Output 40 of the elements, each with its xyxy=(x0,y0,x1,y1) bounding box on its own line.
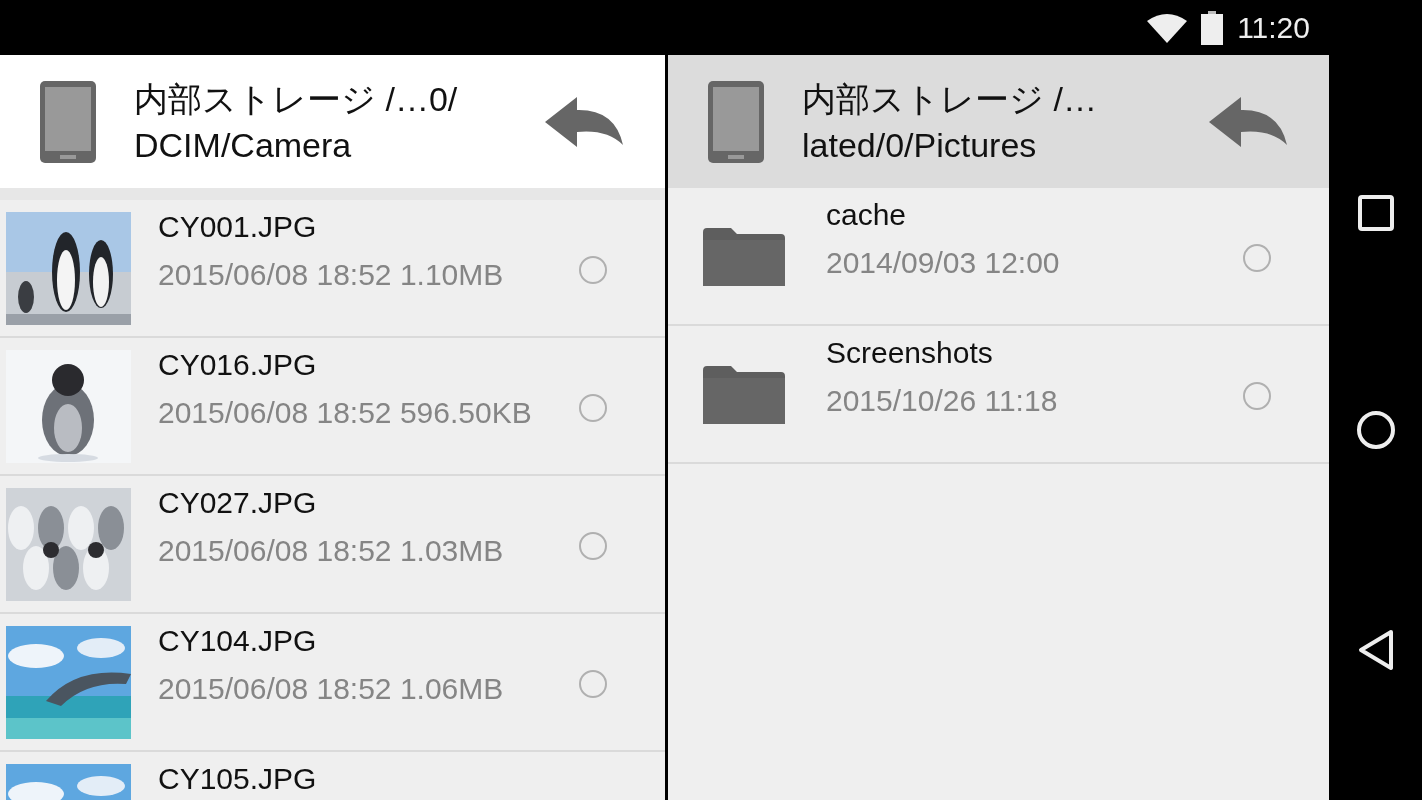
file-row[interactable]: CY105.JPG xyxy=(0,752,665,800)
radio-button[interactable] xyxy=(1243,382,1271,410)
file-details: 2015/06/08 18:52 1.06MB xyxy=(158,671,505,707)
radio-button[interactable] xyxy=(579,394,607,422)
file-name: CY027.JPG xyxy=(158,485,318,521)
file-name: CY104.JPG xyxy=(158,623,318,659)
home-icon[interactable] xyxy=(1355,409,1396,450)
phone-icon xyxy=(708,80,764,163)
radio-button[interactable] xyxy=(579,670,607,698)
battery-icon xyxy=(1201,10,1224,45)
file-name: CY016.JPG xyxy=(158,347,318,383)
path-text: lated/0/Pictures xyxy=(802,124,1038,166)
file-details: 2015/06/08 18:52 1.10MB xyxy=(158,257,505,293)
path-text: 内部ストレージ /…0/ xyxy=(134,78,459,120)
file-name: CY105.JPG xyxy=(158,761,318,797)
folder-icon xyxy=(703,228,785,286)
file-details: 2014/09/03 12:00 xyxy=(826,245,1061,281)
radio-button[interactable] xyxy=(579,532,607,560)
file-row[interactable]: CY027.JPG 2015/06/08 18:52 1.03MB xyxy=(0,476,665,614)
wifi-icon xyxy=(1147,12,1188,43)
path-text: DCIM/Camera xyxy=(134,124,353,166)
file-details: 2015/06/08 18:52 596.50KB xyxy=(158,395,533,431)
radio-button[interactable] xyxy=(1243,244,1271,272)
file-row[interactable]: CY001.JPG 2015/06/08 18:52 1.10MB xyxy=(0,200,665,338)
file-name: CY001.JPG xyxy=(158,209,318,245)
file-row[interactable]: Screenshots 2015/10/26 11:18 xyxy=(668,326,1329,464)
back-icon[interactable] xyxy=(1356,628,1395,671)
file-name: Screenshots xyxy=(826,335,994,371)
recents-icon[interactable] xyxy=(1357,194,1394,231)
radio-button[interactable] xyxy=(579,256,607,284)
file-row[interactable]: CY016.JPG 2015/06/08 18:52 596.50KB xyxy=(0,338,665,476)
phone-icon xyxy=(40,80,96,163)
file-row[interactable]: CY104.JPG 2015/06/08 18:52 1.06MB xyxy=(0,614,665,752)
file-name: cache xyxy=(826,197,908,233)
file-details: 2015/06/08 18:52 1.03MB xyxy=(158,533,505,569)
file-row[interactable]: cache 2014/09/03 12:00 xyxy=(668,188,1329,326)
file-details: 2015/10/26 11:18 xyxy=(826,383,1059,419)
clock: 11:20 xyxy=(1237,10,1310,45)
path-text: 内部ストレージ /… xyxy=(802,78,1098,120)
folder-icon xyxy=(703,366,785,424)
